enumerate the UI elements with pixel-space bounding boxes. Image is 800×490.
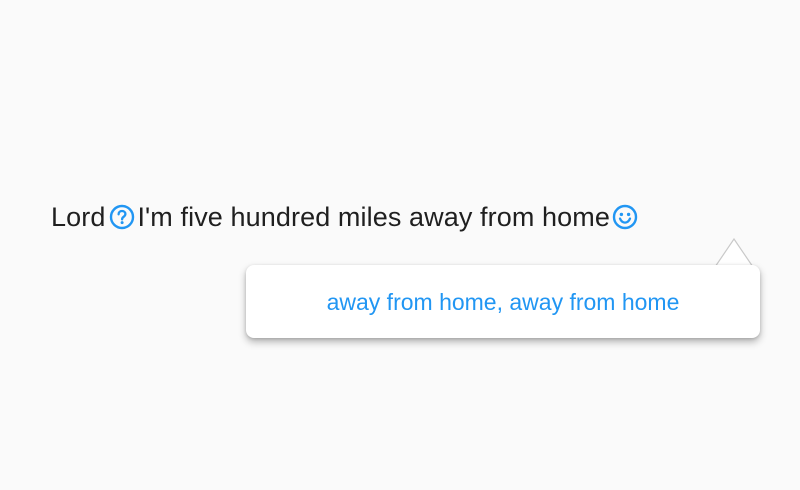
tooltip-text: away from home, away from home (326, 288, 680, 315)
smile-icon[interactable] (611, 203, 639, 231)
help-circle-icon[interactable] (108, 203, 136, 231)
sentence-main-text: I'm five hundred miles away from home (137, 201, 610, 232)
lyric-sentence: Lord I'm five hundred miles away from ho… (51, 197, 639, 237)
tooltip-popup: away from home, away from home (246, 265, 760, 338)
tooltip-arrow (714, 238, 754, 268)
sentence-word-lord: Lord (51, 201, 106, 232)
